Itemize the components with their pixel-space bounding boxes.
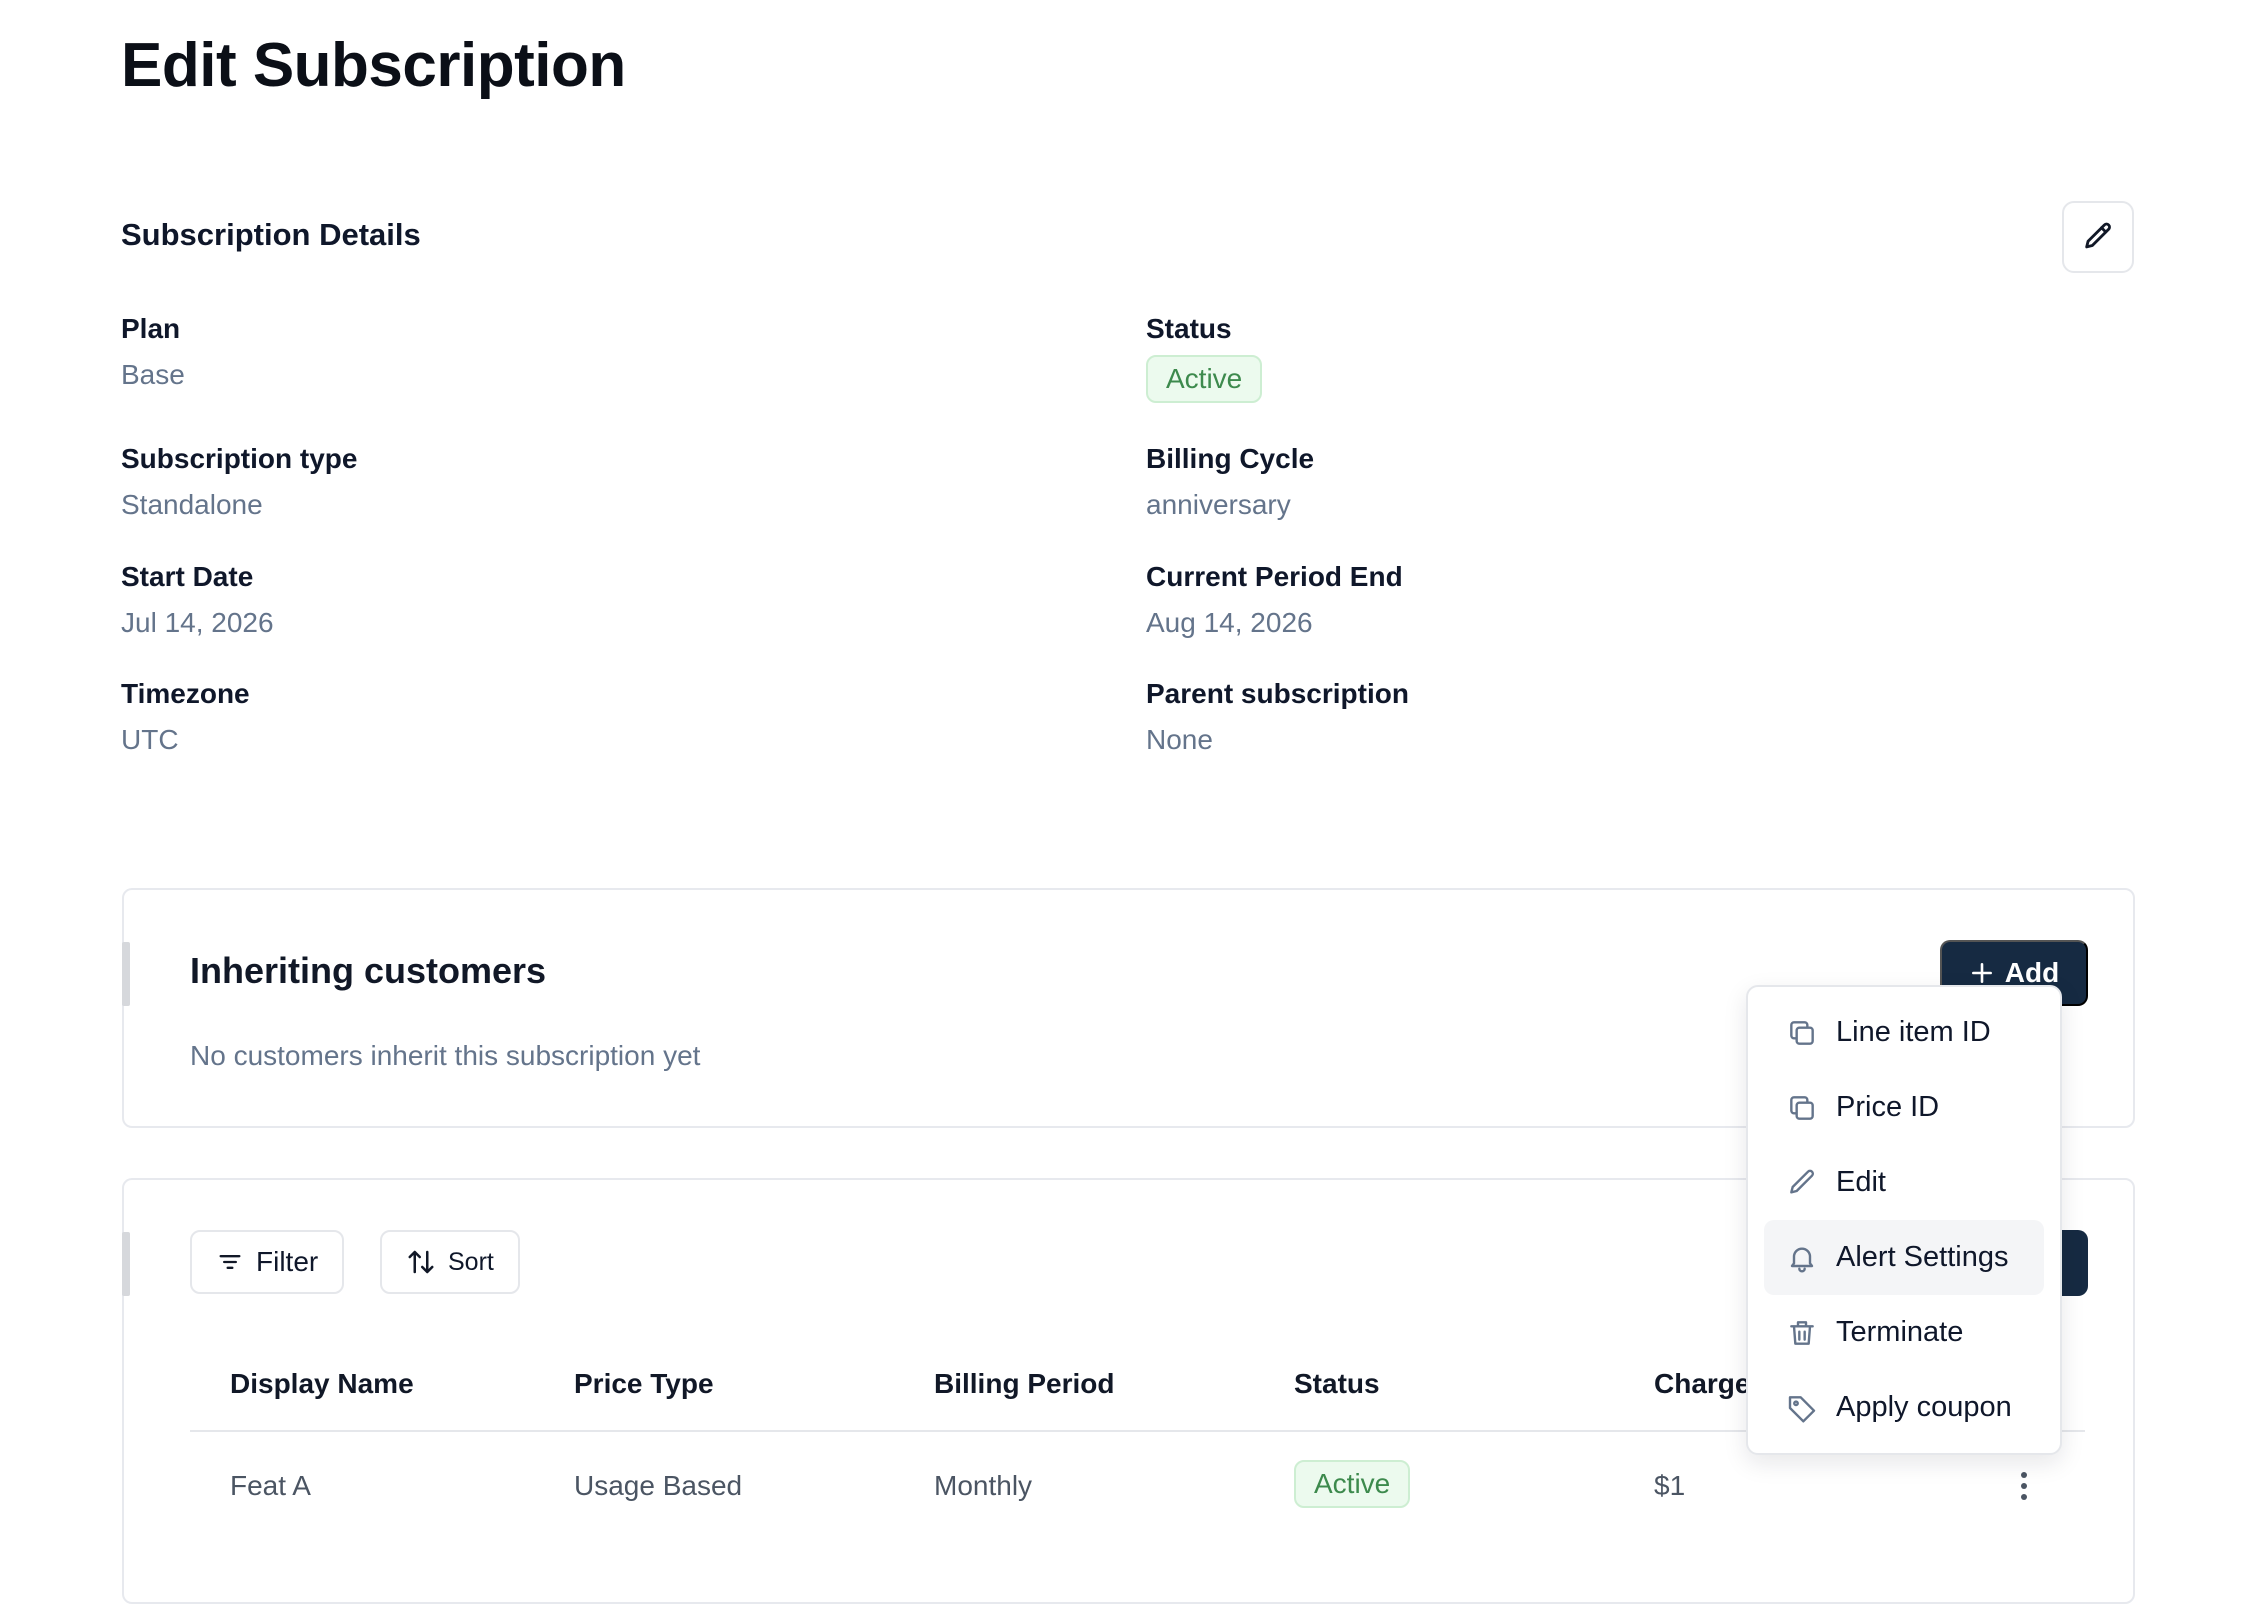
status-badge: Active — [1146, 355, 1263, 403]
field-current-period-end: Current Period End Aug 14, 2026 — [1146, 561, 1403, 639]
field-value: anniversary — [1146, 489, 1291, 520]
card-accent-bar — [122, 1232, 130, 1296]
cell-display-name: Feat A — [230, 1470, 311, 1501]
cell-charge: $1 — [1654, 1470, 1686, 1501]
column-header-billing-period: Billing Period — [934, 1368, 1115, 1399]
plus-icon — [1971, 963, 1992, 983]
edit-details-button[interactable] — [2062, 201, 2134, 273]
field-timezone: Timezone UTC — [121, 678, 250, 756]
kebab-dot — [2021, 1494, 2027, 1500]
menu-item-price-id[interactable]: Price ID — [1764, 1070, 2044, 1145]
field-value: UTC — [121, 724, 179, 755]
field-label: Current Period End — [1146, 561, 1403, 592]
kebab-dot — [2021, 1483, 2027, 1489]
sort-button[interactable]: Sort — [380, 1230, 520, 1294]
field-subscription-type: Subscription type Standalone — [121, 443, 357, 521]
row-actions-menu: Line item ID Price ID Edit Alert Setting… — [1746, 985, 2062, 1455]
field-value: Standalone — [121, 489, 263, 520]
field-value: Jul 14, 2026 — [121, 607, 274, 638]
column-header-display-name: Display Name — [230, 1368, 414, 1399]
field-label: Subscription type — [121, 443, 358, 474]
field-label: Parent subscription — [1146, 678, 1409, 709]
column-header-status: Status — [1294, 1368, 1380, 1399]
menu-item-edit[interactable]: Edit — [1764, 1145, 2044, 1220]
trash-icon — [1790, 1320, 1814, 1345]
pencil-icon — [1790, 1169, 1815, 1194]
inheriting-empty-text: No customers inherit this subscription y… — [190, 1040, 701, 1071]
menu-item-label: Price ID — [1836, 1091, 1940, 1123]
field-value: None — [1146, 724, 1213, 755]
pencil-icon — [2085, 222, 2111, 249]
tag-icon — [1788, 1395, 1816, 1423]
row-actions-kebab-button[interactable] — [2004, 1464, 2044, 1508]
cell-price-type: Usage Based — [574, 1470, 743, 1501]
bell-icon — [1790, 1247, 1814, 1272]
field-status: Status Active — [1146, 313, 1263, 403]
sort-icon — [408, 1250, 434, 1274]
column-header-price-type: Price Type — [574, 1368, 714, 1399]
cell-status: Active — [1294, 1460, 1411, 1508]
filter-button[interactable]: Filter — [190, 1230, 345, 1294]
menu-item-label: Edit — [1836, 1166, 1886, 1198]
card-accent-bar — [122, 942, 130, 1006]
field-billing-cycle: Billing Cycle anniversary — [1146, 443, 1314, 521]
menu-item-label: Line item ID — [1836, 1016, 1991, 1048]
menu-item-label: Alert Settings — [1836, 1241, 2009, 1273]
menu-item-apply-coupon[interactable]: Apply coupon — [1764, 1370, 2044, 1445]
field-label: Start Date — [121, 561, 254, 592]
sort-label: Sort — [448, 1247, 494, 1276]
menu-item-alert-settings[interactable]: Alert Settings — [1764, 1220, 2044, 1295]
menu-item-terminate[interactable]: Terminate — [1764, 1295, 2044, 1370]
inheriting-customers-title: Inheriting customers — [190, 950, 547, 991]
menu-item-label: Apply coupon — [1836, 1391, 2012, 1423]
field-start-date: Start Date Jul 14, 2026 — [121, 561, 274, 639]
field-label: Status — [1146, 313, 1232, 344]
field-label: Timezone — [121, 678, 250, 709]
copy-icon — [1790, 1095, 1814, 1120]
menu-item-line-item-id[interactable]: Line item ID — [1764, 995, 2044, 1070]
field-parent-subscription: Parent subscription None — [1146, 678, 1409, 756]
field-value: Base — [121, 359, 185, 390]
filter-icon — [219, 1255, 241, 1269]
page-title: Edit Subscription — [121, 31, 626, 100]
cell-billing-period: Monthly — [934, 1470, 1033, 1501]
copy-icon — [1790, 1020, 1814, 1045]
field-value: Aug 14, 2026 — [1146, 607, 1313, 638]
menu-item-label: Terminate — [1836, 1316, 1964, 1348]
field-plan: Plan Base — [121, 313, 185, 391]
status-badge: Active — [1294, 1460, 1411, 1508]
field-label: Plan — [121, 313, 181, 344]
column-header-charge: Charge — [1654, 1368, 1751, 1399]
subscription-details-title: Subscription Details — [121, 217, 421, 252]
field-label: Billing Cycle — [1146, 443, 1315, 474]
filter-label: Filter — [256, 1246, 319, 1277]
kebab-dot — [2021, 1472, 2027, 1478]
